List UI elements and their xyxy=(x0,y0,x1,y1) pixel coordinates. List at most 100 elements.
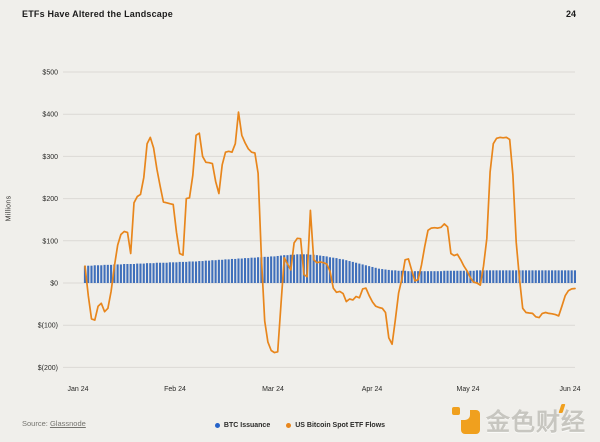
issuance-bar xyxy=(551,270,553,283)
issuance-bar xyxy=(355,263,357,283)
y-tick-label: $(100) xyxy=(38,323,58,330)
x-tick-label: Jun 24 xyxy=(559,386,580,393)
issuance-bar xyxy=(130,264,132,283)
issuance-bar xyxy=(398,271,400,283)
source-note: Source: Glassnode xyxy=(22,419,86,428)
issuance-bar xyxy=(97,265,99,283)
issuance-bar xyxy=(319,256,321,283)
issuance-bar xyxy=(296,254,298,283)
issuance-bar xyxy=(368,266,370,283)
x-tick-label: Feb 24 xyxy=(164,386,186,393)
issuance-bar xyxy=(384,270,386,284)
issuance-bar xyxy=(156,263,158,283)
issuance-bar xyxy=(277,256,279,283)
source-label: Source: xyxy=(22,419,48,428)
issuance-bar xyxy=(378,269,380,283)
issuance-bar xyxy=(264,257,266,283)
x-tick-label: Apr 24 xyxy=(362,386,383,393)
issuance-bar xyxy=(545,270,547,283)
issuance-bar xyxy=(453,271,455,283)
issuance-bar xyxy=(440,271,442,283)
issuance-bar xyxy=(492,270,494,283)
issuance-bar xyxy=(117,264,119,283)
y-tick-label: $(200) xyxy=(38,365,58,372)
issuance-bar xyxy=(241,259,243,283)
issuance-bar xyxy=(404,271,406,283)
issuance-bar xyxy=(169,262,171,283)
issuance-bar xyxy=(153,263,155,283)
y-tick-label: $400 xyxy=(42,112,58,119)
issuance-bar xyxy=(90,266,92,283)
y-tick-label: $200 xyxy=(42,196,58,203)
issuance-bar xyxy=(179,262,181,283)
issuance-bar xyxy=(182,262,184,283)
issuance-bar xyxy=(525,270,527,283)
x-tick-label: May 24 xyxy=(457,386,480,393)
issuance-bar xyxy=(342,259,344,283)
issuance-bar xyxy=(273,256,275,283)
issuance-bar xyxy=(365,265,367,283)
issuance-bar xyxy=(567,270,569,283)
y-tick-label: $100 xyxy=(42,238,58,245)
issuance-bar xyxy=(561,270,563,283)
issuance-bar xyxy=(349,261,351,283)
y-tick-label: $0 xyxy=(50,281,58,288)
issuance-bar xyxy=(94,265,96,283)
issuance-bar xyxy=(515,270,517,283)
issuance-bar xyxy=(362,264,364,283)
issuance-bar xyxy=(247,258,249,283)
issuance-bar xyxy=(309,255,311,283)
issuance-bar xyxy=(188,261,190,283)
issuance-bar xyxy=(430,271,432,283)
jinse-finance-watermark: 金色财经 xyxy=(451,402,586,437)
issuance-bar xyxy=(345,260,347,283)
issuance-bar xyxy=(564,270,566,283)
issuance-bar xyxy=(339,259,341,283)
etf-flow-line xyxy=(85,112,575,353)
issuance-bar xyxy=(335,258,337,283)
issuance-bar xyxy=(476,270,478,283)
issuance-bar xyxy=(489,270,491,283)
issuance-bar xyxy=(146,263,148,283)
issuance-bar xyxy=(208,261,210,283)
issuance-bar xyxy=(558,270,560,283)
issuance-bar xyxy=(509,270,511,283)
issuance-bar xyxy=(460,271,462,283)
issuance-bar xyxy=(244,258,246,283)
issuance-bar xyxy=(420,271,422,283)
issuance-bar xyxy=(391,270,393,283)
issuance-bar xyxy=(499,270,501,283)
issuance-bar xyxy=(437,271,439,283)
issuance-bar xyxy=(541,270,543,283)
issuance-bar xyxy=(447,271,449,283)
issuance-bar xyxy=(218,260,220,283)
issuance-bar xyxy=(198,261,200,283)
issuance-bar xyxy=(136,264,138,283)
issuance-bar xyxy=(270,256,272,283)
issuance-bar xyxy=(531,270,533,283)
issuance-bar xyxy=(159,263,161,283)
source-link[interactable]: Glassnode xyxy=(50,419,86,428)
issuance-bar xyxy=(251,258,253,283)
issuance-bar xyxy=(172,262,174,283)
issuance-bar xyxy=(535,270,537,283)
issuance-bar xyxy=(267,257,269,283)
issuance-bar xyxy=(538,270,540,283)
issuance-bar xyxy=(463,271,465,283)
issuance-bar xyxy=(166,263,168,283)
jinse-logo-icon xyxy=(451,405,481,435)
report-page: ETFs Have Altered the Landscape 24 Milli… xyxy=(0,0,600,442)
issuance-bar xyxy=(139,264,141,283)
issuance-bar xyxy=(133,264,135,283)
issuance-bar xyxy=(450,271,452,283)
issuance-bar xyxy=(486,270,488,283)
issuance-bar xyxy=(234,259,236,283)
issuance-bar xyxy=(254,258,256,283)
issuance-bar xyxy=(195,261,197,283)
issuance-bar xyxy=(120,264,122,283)
issuance-bar xyxy=(202,261,204,283)
issuance-bar xyxy=(371,267,373,283)
y-tick-label: $300 xyxy=(42,154,58,161)
issuance-bar xyxy=(185,262,187,283)
x-tick-label: Mar 24 xyxy=(262,386,284,393)
